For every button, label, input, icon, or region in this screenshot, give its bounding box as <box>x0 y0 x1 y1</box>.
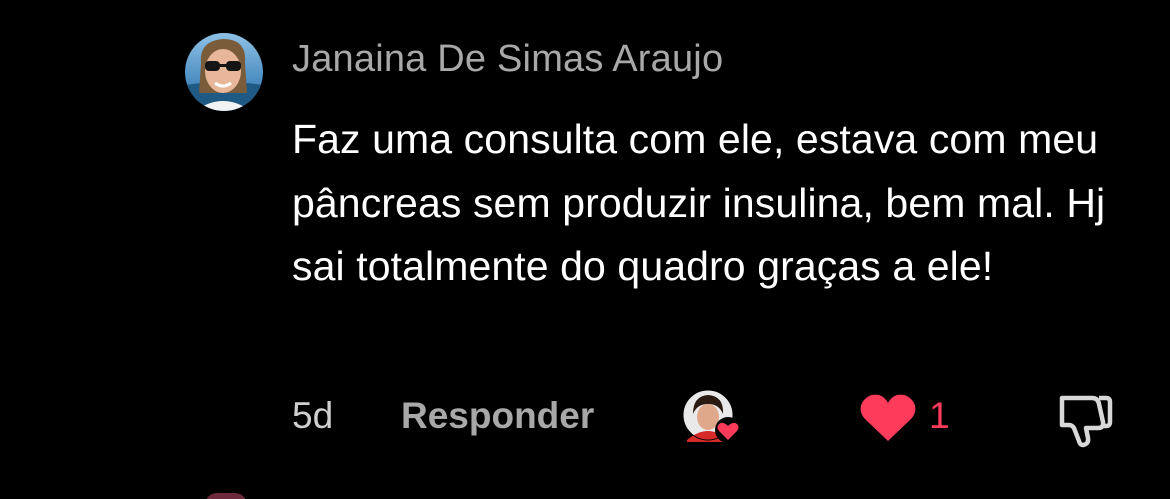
heart-badge-icon <box>715 417 741 443</box>
avatar-image <box>185 33 263 111</box>
reply-button[interactable]: Responder <box>401 395 594 437</box>
author-avatar[interactable] <box>185 33 263 111</box>
comment-actions: 5d Responder 1 <box>0 389 1170 450</box>
creator-liked-avatar <box>682 389 741 444</box>
comment-author-name[interactable]: Janaina De Simas Araujo <box>292 38 723 81</box>
comment-body: Faz uma consulta com ele, estava com meu… <box>292 116 1106 289</box>
thumbs-down-icon <box>1059 395 1113 448</box>
like-count: 1 <box>929 395 950 436</box>
heart-icon <box>860 394 916 441</box>
next-comment-avatar <box>205 493 247 499</box>
dislike-button[interactable] <box>1056 392 1114 448</box>
comment-timestamp: 5d <box>292 395 334 436</box>
like-button[interactable] <box>858 393 918 443</box>
comment-screen: Janaina De Simas Araujo Faz uma consulta… <box>0 0 1170 499</box>
